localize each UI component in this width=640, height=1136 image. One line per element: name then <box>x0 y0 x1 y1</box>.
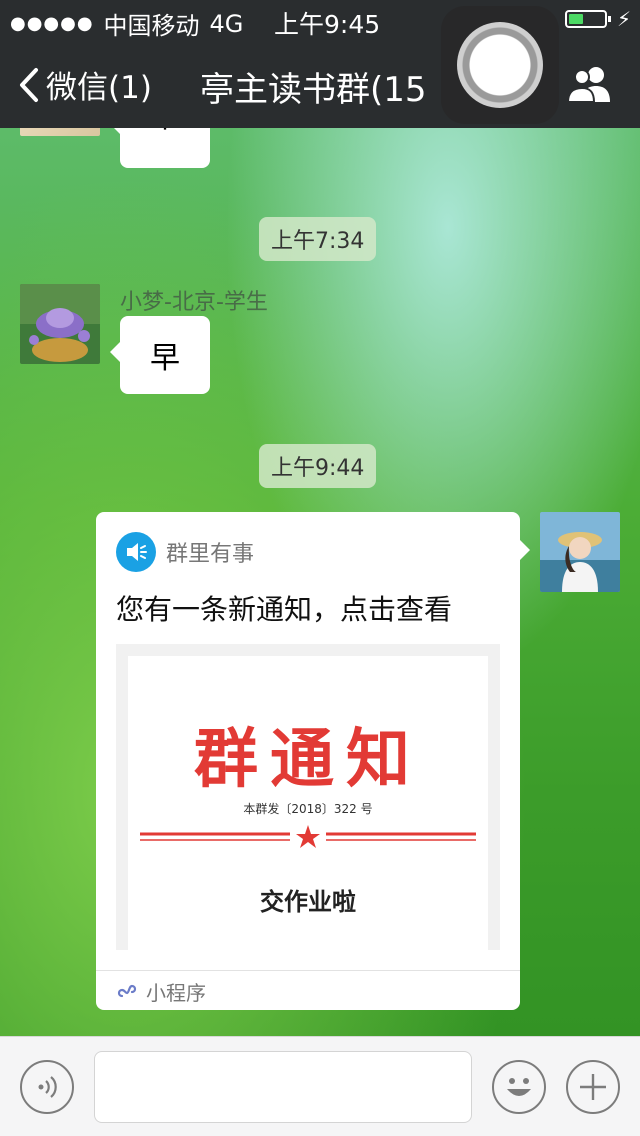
input-bar <box>0 1036 640 1136</box>
message-bubble[interactable]: 早 <box>110 316 210 394</box>
emoji-icon <box>507 1078 531 1096</box>
chat-area[interactable]: 午 上午7:34 小梦-北京-学生 早 上午9:44 <box>0 128 640 1036</box>
succulent-avatar-image <box>20 284 100 364</box>
chat-title: 亭主读书群(15 <box>200 70 427 110</box>
avatar[interactable] <box>540 512 620 592</box>
plus-button[interactable] <box>566 1060 620 1114</box>
sender-name: 小梦-北京-学生 <box>120 290 268 315</box>
assistive-touch-icon <box>457 22 543 108</box>
notice-title: 群通知 <box>194 722 422 797</box>
card-header: 群里有事 <box>116 532 254 572</box>
card-title: 您有一条新通知，点击查看 <box>116 593 453 626</box>
notice-subtitle: 本群发〔2018〕322 号 <box>243 802 373 816</box>
voice-icon <box>38 1076 57 1098</box>
card-footer: 小程序 <box>96 970 520 1011</box>
status-left: ●●●●● 中国移动 4G <box>10 6 243 41</box>
signal-icon: ●●●●● <box>10 13 94 34</box>
mini-program-icon <box>117 984 137 998</box>
card-footer-label: 小程序 <box>146 980 206 1005</box>
card-source: 群里有事 <box>166 542 255 567</box>
emoji-button[interactable] <box>492 1060 546 1114</box>
chevron-left-icon <box>20 67 38 102</box>
carrier-label: 中国移动 <box>103 12 200 40</box>
members-icon[interactable] <box>566 64 614 104</box>
notice-subject: 交作业啦 <box>260 888 356 916</box>
message-text: 早 <box>150 341 180 376</box>
message-text: 午 <box>150 128 180 136</box>
notice-divider-star-icon <box>140 825 476 848</box>
status-time: 上午9:45 <box>274 10 381 39</box>
speaker-icon <box>116 532 156 572</box>
back-button[interactable]: 微信(1) <box>18 62 152 107</box>
charging-icon: ⚡ <box>617 7 632 31</box>
battery-icon <box>565 10 611 28</box>
assistive-touch-button[interactable] <box>441 6 559 124</box>
timestamp: 上午9:44 <box>259 444 377 488</box>
notice-document: 群通知 本群发〔2018〕322 号 交作业啦 <box>128 656 488 950</box>
message-bubble[interactable]: 午 <box>110 128 210 168</box>
message-input[interactable] <box>94 1051 472 1123</box>
card-preview-image: 群通知 本群发〔2018〕322 号 交作业啦 <box>116 644 500 950</box>
back-label: 微信(1) <box>46 70 152 106</box>
avatar[interactable] <box>20 128 100 136</box>
timestamp: 上午7:34 <box>259 217 377 261</box>
user-avatar-image <box>540 512 620 592</box>
avatar[interactable] <box>20 284 100 364</box>
network-label: 4G <box>209 9 244 38</box>
group-notice-card[interactable]: 群里有事 您有一条新通知，点击查看 群通知 本群发〔2018〕322 号 交作业… <box>96 512 530 1011</box>
voice-button[interactable] <box>20 1060 74 1114</box>
plus-icon <box>580 1074 606 1100</box>
